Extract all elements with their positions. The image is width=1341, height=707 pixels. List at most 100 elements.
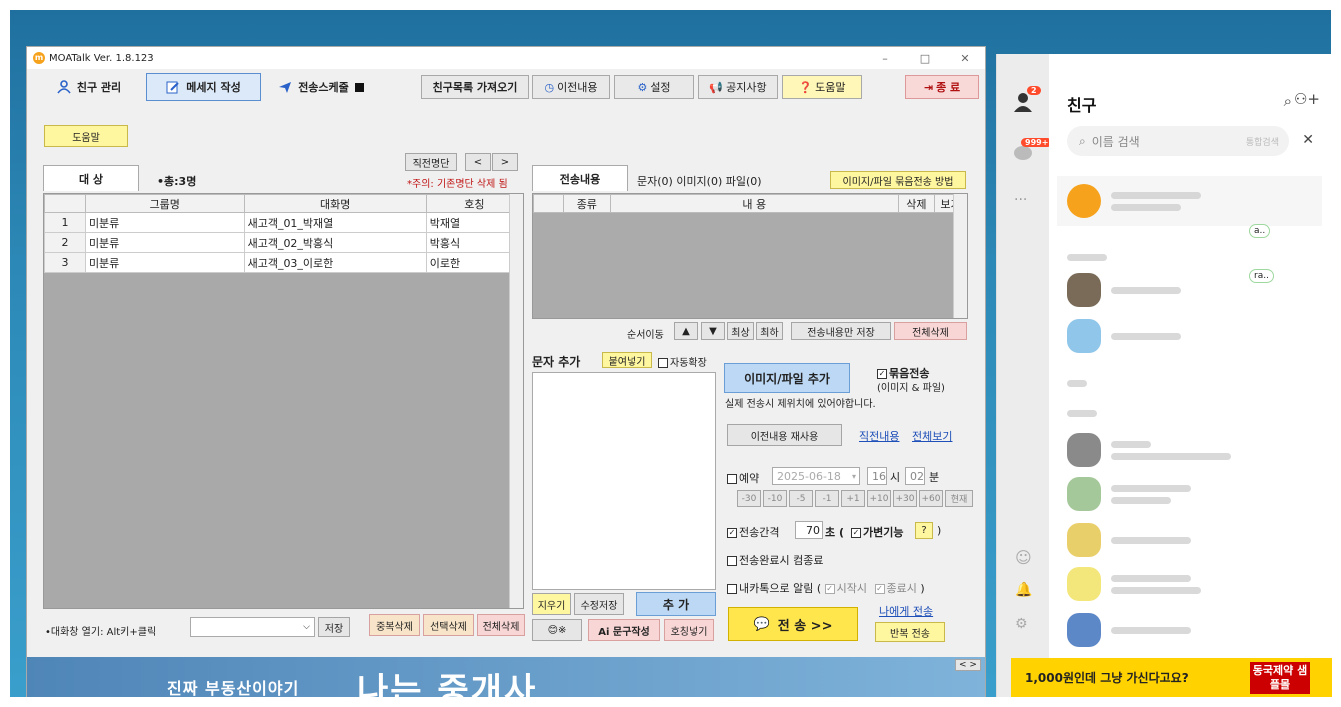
history-button[interactable]: ◷ 이전내용 [532,75,610,99]
fetch-friends-button[interactable]: 친구목록 가져오기 [421,75,529,99]
time-offset-button[interactable]: +60 [919,490,943,507]
notice-button[interactable]: 📢 공지사항 [698,75,778,99]
notify-start-checkbox[interactable]: ✓ [824,584,835,594]
next-list-button[interactable]: > [492,153,518,171]
variable-checkbox[interactable]: ✓ [851,528,861,538]
recent-list-button[interactable]: 직전명단 [405,153,457,171]
minimize-button[interactable]: – [865,52,905,65]
maximize-button[interactable]: □ [905,52,945,65]
sel-delete-button[interactable]: 선택삭제 [423,614,474,636]
table-row[interactable]: 1 미분류 새고객_01_박재열 박재열 [44,212,524,233]
list-item[interactable] [1067,610,1317,650]
notify-checkbox[interactable] [727,584,737,594]
col-name-header[interactable]: 대화명 [243,194,427,213]
time-offset-button[interactable]: +1 [841,490,865,507]
notify-option[interactable]: 내카톡으로 알림 ( ✓ 시작시 ✓ 종료시 ) [727,580,925,596]
time-offset-button[interactable]: +30 [893,490,917,507]
reuse-prev-button[interactable]: 이전내용 재사용 [727,424,842,446]
tab-compose-message[interactable]: 메세지 작성 [146,73,261,101]
variable-option[interactable]: ✓ 가변기능 [851,524,903,540]
friend-search-input[interactable]: ⌕ 이름 검색 통합검색 [1067,126,1289,156]
time-offset-button[interactable]: -5 [789,490,813,507]
bulk-method-button[interactable]: 이미지/파일 묶음전송 방법 [830,171,966,189]
edit-save-button[interactable]: 수정저장 [574,593,624,615]
content-grid-scrollbar[interactable] [953,194,967,318]
auto-expand-option[interactable]: 자동확장 [658,354,707,369]
table-row[interactable]: 2 미분류 새고객_02_박홍식 박홍식 [44,232,524,253]
search-icon[interactable]: ⌕ [1284,92,1292,110]
interval-checkbox[interactable]: ✓ [727,528,737,538]
col-group-header[interactable]: 그룹명 [84,194,245,213]
time-offset-button[interactable]: -10 [763,490,787,507]
ad-banner[interactable]: 진짜 부동산이야기 나는 중개사 < > [27,657,985,697]
add-image-file-button[interactable]: 이미지/파일 추가 [724,363,850,393]
chats-nav-icon[interactable] [1013,144,1033,167]
target-grid-scrollbar[interactable] [509,194,523,608]
help-button[interactable]: ❓ 도움말 [782,75,862,99]
list-item[interactable] [1067,520,1317,560]
time-offset-button[interactable]: -30 [737,490,761,507]
add-friend-icon[interactable]: ⚇+ [1294,90,1320,108]
settings-button[interactable]: ⚙ 설정 [614,75,694,99]
reserve-minute[interactable]: 02 [905,467,925,485]
interval-option[interactable]: ✓ 전송간격 [727,524,779,540]
prev-list-button[interactable]: < [465,153,491,171]
tab-send-content[interactable]: 전송내용 [532,165,628,191]
close-window-button[interactable]: ✕ [945,52,985,65]
emoji-button[interactable]: 😊※ [532,619,582,641]
banner-nav[interactable]: < > [955,659,981,671]
content-col-type[interactable]: 종류 [562,194,611,213]
recent-content-link[interactable]: 직전내용 [859,428,899,444]
view-all-link[interactable]: 전체보기 [912,428,952,444]
friends-nav-icon[interactable] [1013,92,1033,115]
settings-gear-icon[interactable]: ⚙ [1015,616,1028,632]
all-delete-button[interactable]: 전체삭제 [477,614,525,636]
save-chat-button[interactable]: 저장 [318,617,350,637]
dup-delete-button[interactable]: 중복삭제 [369,614,420,636]
move-down-button[interactable]: ▼ [701,322,725,340]
close-icon[interactable]: ✕ [1302,132,1314,148]
reserve-option[interactable]: 예약 [727,470,759,486]
row-group[interactable]: 미분류 [84,212,245,233]
shutdown-checkbox[interactable] [727,556,737,566]
reserve-date-picker[interactable]: 2025-06-18 ▾ [772,467,860,485]
tab-friend-management[interactable]: 친구 관리 [35,73,143,101]
time-offset-button[interactable]: +10 [867,490,891,507]
send-button[interactable]: 💬 전 송 >> [728,607,858,641]
add-message-button[interactable]: 추 가 [636,592,716,616]
list-item[interactable] [1067,430,1317,470]
list-item[interactable] [1067,474,1317,514]
notify-end-checkbox[interactable]: ✓ [874,584,885,594]
message-textarea[interactable] [532,372,716,590]
reserve-hour[interactable]: 16 [867,467,887,485]
kakao-ad-banner[interactable]: 1,000원인데 그냥 가신다고요? 동국제약 샘플몰 [1011,658,1332,697]
row-name[interactable]: 새고객_01_박재열 [243,212,427,233]
help-small-button[interactable]: 도움말 [44,125,128,147]
bell-icon[interactable]: 🔔 [1015,582,1032,598]
save-content-only-button[interactable]: 전송내용만 저장 [791,322,891,340]
clear-button[interactable]: 지우기 [532,593,571,615]
tab-send-schedule[interactable]: 전송스케줄 [265,73,377,101]
move-up-button[interactable]: ▲ [674,322,698,340]
send-to-me-link[interactable]: 나에게 전송 [879,603,933,619]
row-name[interactable]: 새고객_02_박홍식 [243,232,427,253]
interval-input[interactable]: 70 [795,521,823,539]
time-offset-button[interactable]: -1 [815,490,839,507]
paste-button[interactable]: 붙여넣기 [602,352,652,368]
emoticon-icon[interactable]: ☺ [1015,548,1032,567]
list-item[interactable] [1067,316,1317,356]
variable-help-button[interactable]: ? [915,522,933,539]
content-col-delete[interactable]: 삭제 [897,194,935,213]
time-offset-button[interactable]: 현재 [945,490,973,507]
ai-write-button[interactable]: Ai 문구작성 [588,619,660,641]
reserve-checkbox[interactable] [727,474,737,484]
delete-all-content-button[interactable]: 전체삭제 [894,322,967,340]
honorific-button[interactable]: 호칭넣기 [664,619,714,641]
shutdown-option[interactable]: 전송완료시 컴종료 [727,552,823,568]
exit-button[interactable]: ⇥ 종 료 [905,75,979,99]
row-name[interactable]: 새고객_03_이로한 [243,252,427,273]
list-item[interactable] [1067,564,1317,604]
list-item[interactable] [1067,270,1317,310]
more-icon[interactable]: ··· [1014,192,1027,208]
row-group[interactable]: 미분류 [84,232,245,253]
